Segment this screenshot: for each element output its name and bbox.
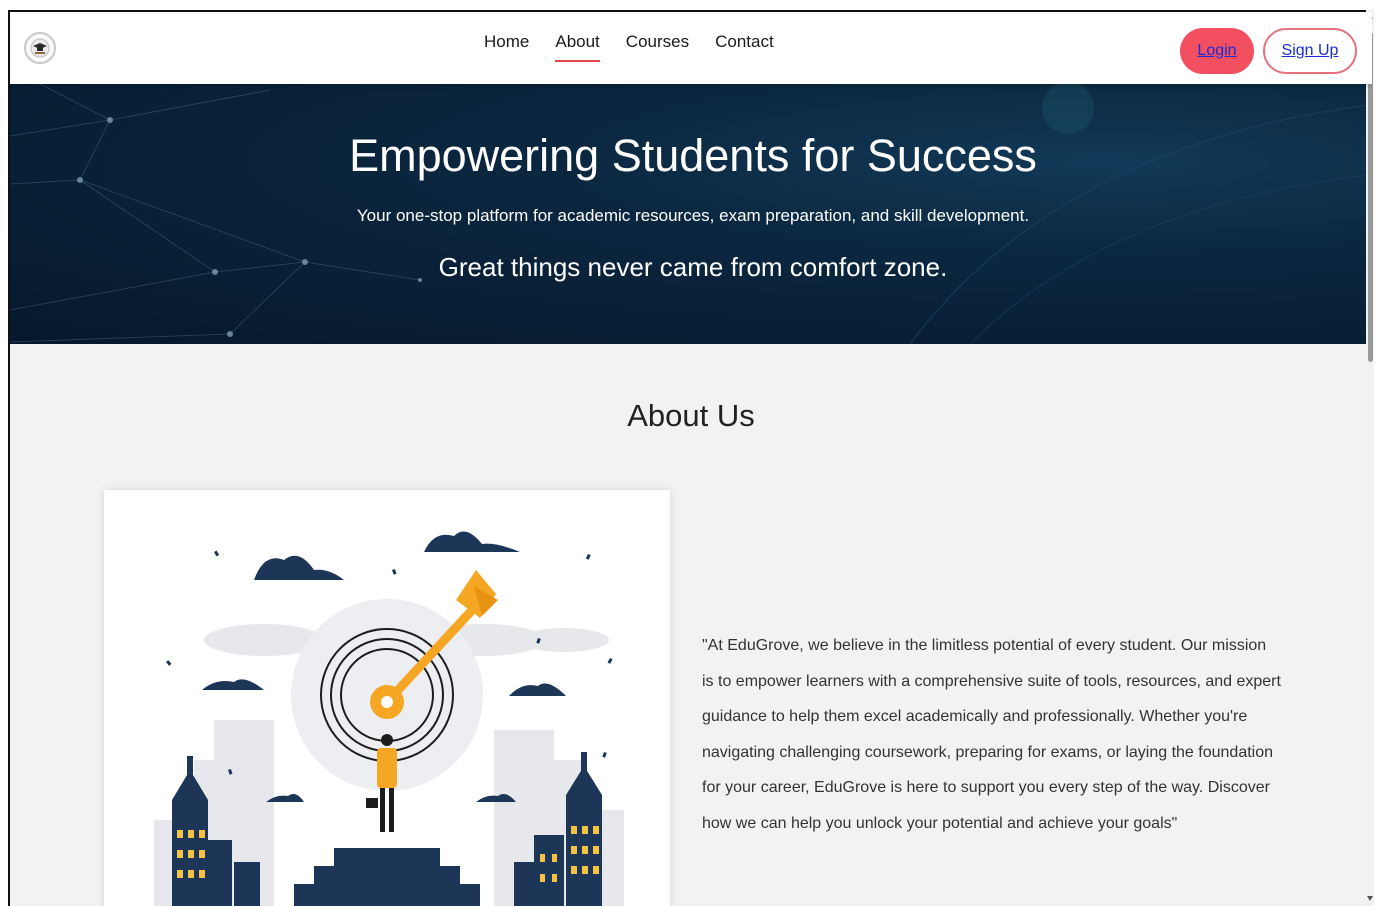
target-goal-illustration <box>154 531 624 906</box>
browser-page: Home About Courses Contact Login Sign Up <box>8 10 1374 906</box>
hero-tagline: Great things never came from comfort zon… <box>438 252 948 282</box>
nav-link-home[interactable]: Home <box>484 32 529 58</box>
nav-link-courses[interactable]: Courses <box>626 32 689 58</box>
nav-link-about[interactable]: About <box>555 32 601 62</box>
scroll-down-arrow-icon[interactable] <box>1367 896 1373 901</box>
about-illustration-card <box>104 490 670 906</box>
hero-banner: Empowering Students for Success Your one… <box>10 84 1372 344</box>
top-navbar: Home About Courses Contact Login Sign Up <box>10 12 1372 84</box>
about-heading: About Us <box>627 398 755 433</box>
hero-subtitle: Your one-stop platform for academic reso… <box>356 206 1030 225</box>
graduation-cap-icon[interactable] <box>24 32 56 64</box>
hero-title: Empowering Students for Success <box>349 130 1037 181</box>
about-description: "At EduGrove, we believe in the limitles… <box>702 637 1281 832</box>
nav-link-contact[interactable]: Contact <box>715 32 774 58</box>
nav-links: Home About Courses Contact <box>484 32 800 62</box>
login-button[interactable]: Login <box>1180 28 1254 74</box>
signup-button[interactable]: Sign Up <box>1263 28 1357 74</box>
